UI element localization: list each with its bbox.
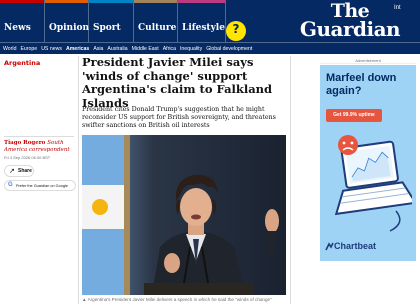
pillar-label: Sport <box>93 23 121 33</box>
help-icon[interactable]: ? <box>226 21 246 41</box>
pillar-label: News <box>4 23 31 33</box>
subnav-item-africa[interactable]: Africa <box>163 46 176 52</box>
subnav-item-asia[interactable]: Asia <box>93 46 103 52</box>
subnav-item-americas[interactable]: Americas <box>66 46 89 52</box>
pillar-bar <box>89 0 133 3</box>
pillar-news[interactable]: News <box>0 0 45 42</box>
masthead: News Opinion Sport Culture Lifestyle ? I… <box>0 0 420 42</box>
photo-illustration <box>82 135 286 295</box>
section-label[interactable]: Argentina <box>4 59 40 67</box>
subnav-item-inequality[interactable]: Inequality <box>180 46 202 52</box>
pillar-culture[interactable]: Culture <box>134 0 178 42</box>
pillar-label: Culture <box>138 23 177 33</box>
prefer-label: Prefer the Guardian on Google <box>16 183 68 188</box>
chartbeat-logo-icon <box>325 242 334 251</box>
help-icon-glyph: ? <box>232 22 240 36</box>
pillar-bar <box>134 0 177 3</box>
pillar-label: Opinion <box>49 23 90 33</box>
ad-cta-button[interactable]: Get 99.9% uptime <box>326 109 382 122</box>
article-main-photo <box>82 135 286 295</box>
subnav-item-australia[interactable]: Australia <box>107 46 127 52</box>
pillar-lifestyle[interactable]: Lifestyle <box>178 0 226 42</box>
subnav-item-europe[interactable]: Europe <box>20 46 37 52</box>
guardian-logo[interactable]: The Guardian <box>282 1 418 42</box>
pillar-nav: News Opinion Sport Culture Lifestyle <box>0 0 226 42</box>
laptop-illustration <box>334 135 412 232</box>
author-name[interactable]: Tiago Rogero <box>4 140 45 146</box>
advertisement-label: Advertisement <box>320 58 416 64</box>
share-icon: ↗ <box>9 167 15 175</box>
article-standfirst: President cites Donald Trump's suggestio… <box>82 106 276 130</box>
subnav-item-us-news[interactable]: US news <box>41 46 62 52</box>
pillar-sport[interactable]: Sport <box>89 0 134 42</box>
ad-headline: Marfeel down again? <box>326 72 397 97</box>
chartbeat-advertisement[interactable]: Marfeel down again? Get 99.9% uptime Cha… <box>320 65 416 261</box>
share-label: Share <box>18 168 32 174</box>
pillar-bar <box>178 0 225 3</box>
ad-cta-label: Get 99.9% uptime <box>333 112 375 118</box>
prefer-on-google-button[interactable]: G Prefer the Guardian on Google <box>4 180 76 191</box>
pillar-bar <box>0 0 44 3</box>
logo-guardian: Guardian <box>299 17 401 42</box>
photo-caption: ▲ Argentina's President Javier Milei del… <box>82 297 272 302</box>
subnav-item-world[interactable]: World <box>3 46 16 52</box>
pillar-bar <box>45 0 88 3</box>
subnav-item-global-development[interactable]: Global development <box>206 46 252 52</box>
byline: Tiago Rogero South America correspondent <box>4 140 76 154</box>
byline-rule <box>4 136 74 137</box>
article-headline: President Javier Milei says 'winds of ch… <box>82 55 273 110</box>
dateline: Fri 4 Sep 2026 06.00 BST <box>4 155 51 160</box>
section-subnav: World Europe US news Americas Asia Austr… <box>0 42 420 54</box>
column-divider <box>78 56 79 304</box>
google-icon: G <box>8 182 13 188</box>
pillar-label: Lifestyle <box>182 23 225 33</box>
pillar-opinion[interactable]: Opinion <box>45 0 89 42</box>
share-button[interactable]: ↗ Share <box>4 165 34 177</box>
column-divider-right <box>290 56 291 304</box>
ad-brand: Chartbeat <box>334 241 377 251</box>
subnav-item-middle-east[interactable]: Middle East <box>132 46 159 52</box>
